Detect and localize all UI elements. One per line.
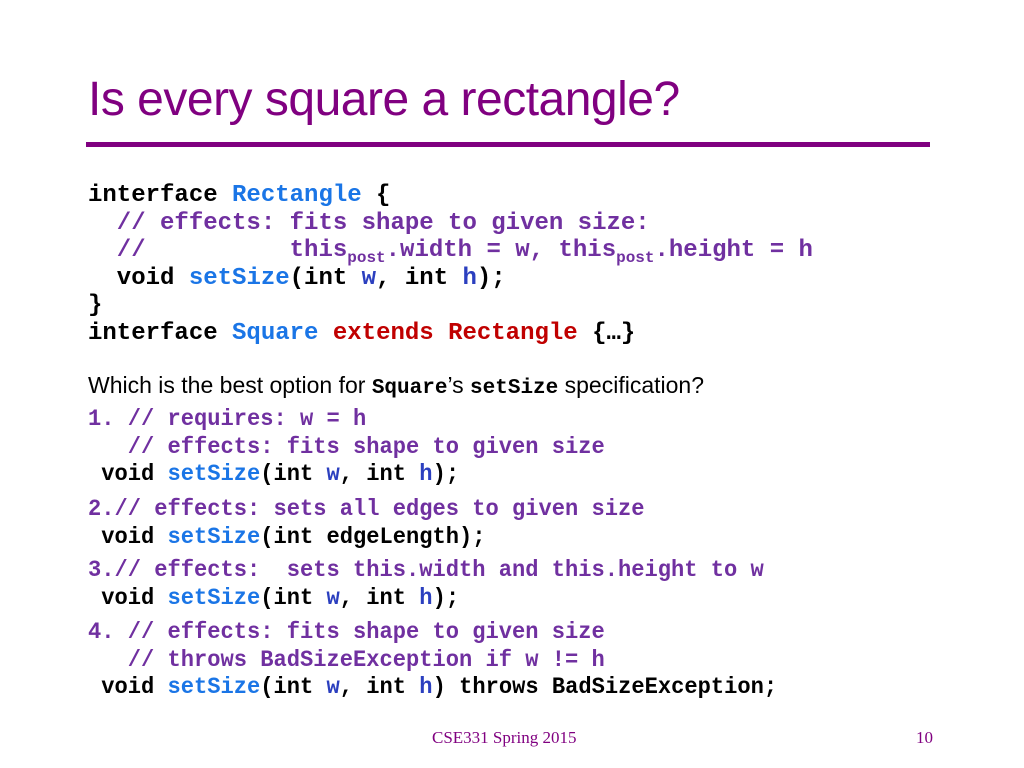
- code-method-name: setSize: [167, 523, 261, 550]
- code-param: h: [419, 461, 433, 487]
- code-keyword: interface: [88, 319, 233, 347]
- code-method-name: setSize: [167, 674, 261, 700]
- option-comment: 4. // effects: fits shape to given size: [88, 619, 605, 645]
- code-text: (int edgeLength);: [260, 523, 486, 550]
- footer-course: CSE331 Spring 2015: [432, 728, 577, 747]
- question-method: setSize: [470, 377, 559, 400]
- code-param: w: [326, 461, 340, 487]
- code-param: h: [419, 584, 433, 611]
- code-text: (int: [260, 584, 327, 611]
- code-text: , int: [339, 461, 420, 487]
- code-text: .width = w, this: [385, 237, 617, 264]
- code-text: // this: [88, 237, 348, 264]
- code-text: ) throws BadSizeException;: [432, 674, 778, 700]
- code-comment: // effects: fits shape to given size:: [88, 209, 650, 237]
- code-method-name: setSize: [167, 461, 261, 487]
- code-text: , int: [339, 674, 420, 700]
- question-apostrophe: ’s: [447, 372, 471, 398]
- code-text: , int: [376, 264, 463, 292]
- interface-code-block: interface Rectangle { // effects: fits s…: [88, 182, 813, 347]
- slide-title: Is every square a rectangle?: [88, 73, 680, 126]
- code-param: w: [326, 674, 340, 700]
- question-text: Which is the best option for Square’s se…: [88, 372, 704, 400]
- option-1: 1. // requires: w = h // effects: fits s…: [88, 406, 605, 489]
- code-method-name: setSize: [167, 584, 261, 611]
- code-keyword: interface: [88, 182, 233, 209]
- code-keyword: void: [88, 674, 168, 700]
- code-text: );: [476, 264, 506, 292]
- option-4: 4. // effects: fits shape to given size …: [88, 619, 777, 702]
- code-param: w: [326, 584, 340, 611]
- code-text: (int: [260, 461, 327, 487]
- code-param: w: [361, 264, 377, 292]
- code-text: );: [432, 461, 460, 487]
- code-type-name: Rectangle: [232, 182, 362, 209]
- footer-page-number: 10: [916, 728, 933, 747]
- option-comment: // throws BadSizeException if w != h: [88, 646, 605, 673]
- option-3: 3.// effects: sets this.width and this.h…: [88, 557, 764, 612]
- code-keyword: void: [88, 523, 168, 550]
- code-keyword: void: [88, 264, 189, 292]
- code-text: {…}: [577, 319, 636, 347]
- code-brace: {: [361, 182, 391, 209]
- option-2: 2.// effects: sets all edges to given si…: [88, 496, 645, 551]
- code-keyword: void: [88, 461, 168, 487]
- code-param: h: [419, 674, 433, 700]
- code-text: (int: [289, 264, 362, 292]
- code-type-name: Square: [232, 319, 319, 347]
- option-comment: 1. // requires: w = h: [88, 406, 367, 432]
- code-param: h: [462, 264, 477, 292]
- question-suffix: specification?: [558, 372, 704, 398]
- question-prefix: Which is the best option for: [88, 372, 372, 398]
- code-extends: extends Rectangle: [318, 319, 578, 347]
- code-method-name: setSize: [188, 264, 290, 292]
- code-text: , int: [339, 584, 420, 611]
- option-comment: 3.// effects: sets this.width and this.h…: [88, 557, 764, 583]
- code-brace: }: [88, 292, 103, 319]
- question-type: Square: [371, 377, 448, 400]
- title-underline: [86, 142, 930, 147]
- code-text: (int: [260, 674, 327, 700]
- code-text: .height = h: [654, 237, 813, 264]
- code-comment: // thispost.width = w, thispost.height =…: [88, 237, 813, 267]
- option-comment: 2.// effects: sets all edges to given si…: [88, 496, 645, 522]
- code-keyword: void: [88, 584, 168, 611]
- option-comment: // effects: fits shape to given size: [88, 433, 605, 460]
- code-subscript: post: [616, 249, 655, 267]
- code-text: );: [432, 584, 460, 611]
